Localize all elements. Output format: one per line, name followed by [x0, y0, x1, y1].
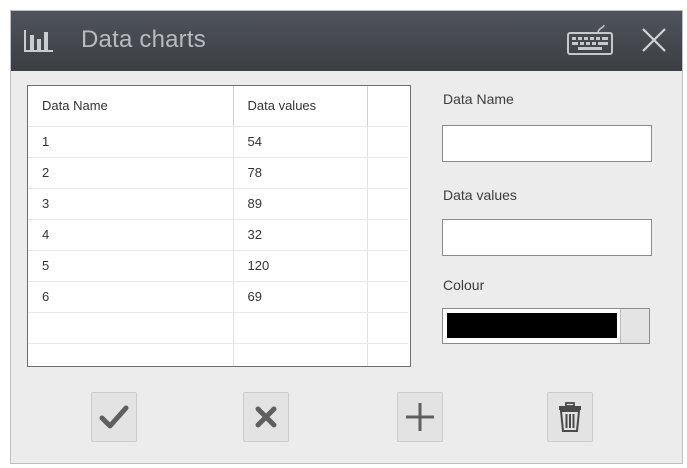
- colour-dropdown-button[interactable]: [620, 309, 649, 343]
- cell-data-name[interactable]: [28, 343, 234, 366]
- title-bar: Data charts: [11, 11, 682, 71]
- column-header-data-values[interactable]: Data values: [233, 86, 368, 127]
- cell-data-value[interactable]: [233, 312, 368, 344]
- column-header-data-name[interactable]: Data Name: [28, 86, 234, 127]
- table-row[interactable]: 2 78: [28, 157, 408, 189]
- keyboard-icon[interactable]: [564, 24, 616, 56]
- cancel-button[interactable]: [243, 392, 289, 442]
- cell-filler: [367, 281, 408, 313]
- table-row[interactable]: 1 54: [28, 126, 408, 158]
- cell-data-name[interactable]: 3: [28, 188, 234, 220]
- cell-data-value[interactable]: 32: [233, 219, 368, 251]
- cell-filler: [367, 312, 408, 344]
- cell-filler: [367, 343, 408, 366]
- cell-data-value[interactable]: 78: [233, 157, 368, 189]
- plus-icon: [406, 403, 434, 431]
- bar-chart-icon: [24, 30, 53, 52]
- cell-data-name[interactable]: 2: [28, 157, 234, 189]
- colour-label: Colour: [443, 277, 485, 293]
- trash-icon: [559, 402, 581, 432]
- data-charts-window: Data charts Data Name Data values 1 54 2…: [10, 10, 683, 464]
- cell-data-name[interactable]: 4: [28, 219, 234, 251]
- close-icon[interactable]: [639, 25, 669, 55]
- data-values-field[interactable]: [442, 219, 652, 256]
- table-row[interactable]: 6 69: [28, 281, 408, 313]
- cell-filler: [367, 250, 408, 282]
- cell-data-value[interactable]: 69: [233, 281, 368, 313]
- table-row[interactable]: 4 32: [28, 219, 408, 251]
- cell-data-name[interactable]: 6: [28, 281, 234, 313]
- cell-filler: [367, 157, 408, 189]
- colour-picker[interactable]: [442, 308, 650, 344]
- cell-data-value[interactable]: 120: [233, 250, 368, 282]
- checkmark-icon: [99, 405, 129, 429]
- data-grid[interactable]: Data Name Data values 1 54 2 78 3 89 4 3…: [27, 85, 411, 367]
- cell-data-name[interactable]: [28, 312, 234, 344]
- window-title: Data charts: [81, 26, 206, 53]
- table-row[interactable]: 3 89: [28, 188, 408, 220]
- x-icon: [255, 406, 277, 428]
- cell-data-value[interactable]: 54: [233, 126, 368, 158]
- colour-swatch: [447, 313, 617, 338]
- cell-data-value[interactable]: 89: [233, 188, 368, 220]
- table-row[interactable]: [28, 343, 408, 366]
- data-values-label: Data values: [443, 187, 517, 203]
- header-row: Data Name Data values: [28, 86, 408, 127]
- cell-data-name[interactable]: 1: [28, 126, 234, 158]
- add-button[interactable]: [397, 392, 443, 442]
- column-header-filler: [367, 86, 408, 127]
- data-table: Data Name Data values 1 54 2 78 3 89 4 3…: [28, 86, 408, 366]
- cell-data-value[interactable]: [233, 343, 368, 366]
- cell-data-name[interactable]: 5: [28, 250, 234, 282]
- table-row[interactable]: [28, 312, 408, 344]
- data-name-field[interactable]: [442, 125, 652, 162]
- table-row[interactable]: 5 120: [28, 250, 408, 282]
- data-name-label: Data Name: [443, 91, 514, 107]
- cell-filler: [367, 188, 408, 220]
- confirm-button[interactable]: [91, 392, 137, 442]
- cell-filler: [367, 126, 408, 158]
- cell-filler: [367, 219, 408, 251]
- delete-button[interactable]: [547, 392, 593, 442]
